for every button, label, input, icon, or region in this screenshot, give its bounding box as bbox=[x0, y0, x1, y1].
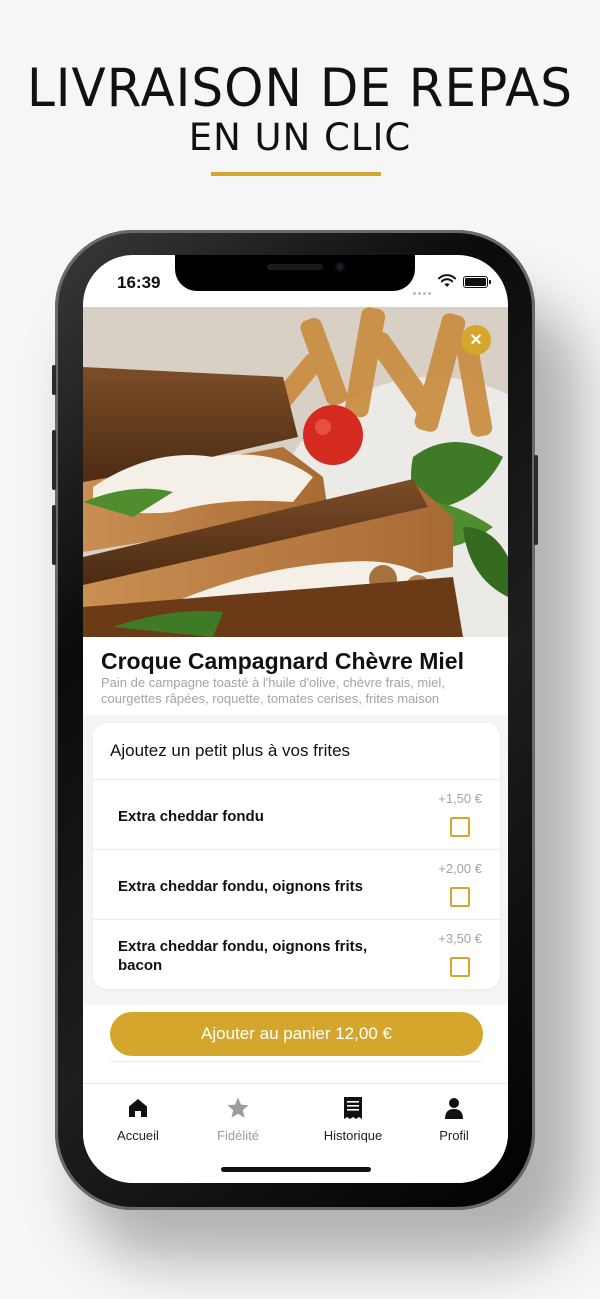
options-card: Ajoutez un petit plus à vos frites Extra… bbox=[93, 723, 500, 989]
options-heading: Ajoutez un petit plus à vos frites bbox=[110, 741, 351, 760]
person-icon bbox=[445, 1098, 463, 1119]
battery-icon bbox=[463, 276, 491, 288]
promo-title: LIVRAISON DE REPAS bbox=[26, 57, 574, 119]
product-photo bbox=[83, 307, 508, 637]
option-label: Extra cheddar fondu, oignons frits, baco… bbox=[118, 938, 368, 974]
home-icon bbox=[129, 1099, 147, 1117]
tab-profil[interactable]: Profil bbox=[404, 1096, 504, 1143]
tab-label: Historique bbox=[323, 1128, 383, 1143]
option-checkbox[interactable] bbox=[450, 957, 470, 977]
notch-speaker bbox=[267, 264, 323, 270]
option-label: Extra cheddar fondu, oignons frits bbox=[118, 878, 364, 895]
phone-side-button-power bbox=[534, 455, 538, 545]
close-button[interactable]: × bbox=[461, 325, 491, 355]
phone-screen: 16:39 × Croque Campagnard Chèvre Miel Pa… bbox=[83, 255, 508, 1183]
promo-underline bbox=[211, 172, 381, 176]
status-time: 16:39 bbox=[117, 273, 161, 292]
tab-label: Accueil bbox=[117, 1128, 159, 1143]
product-title: Croque Campagnard Chèvre Miel bbox=[101, 648, 464, 674]
tab-label: Profil bbox=[439, 1128, 469, 1143]
phone-side-button-silent bbox=[52, 365, 56, 395]
home-indicator bbox=[221, 1167, 371, 1172]
phone-side-button-volume-up bbox=[52, 430, 56, 490]
promo-subtitle: EN UN CLIC bbox=[188, 116, 412, 159]
camera-icon bbox=[335, 262, 345, 272]
wifi-icon bbox=[438, 274, 456, 287]
close-icon: × bbox=[470, 329, 482, 351]
tab-fidelite[interactable]: Fidélité bbox=[188, 1096, 288, 1143]
cart-divider bbox=[110, 1061, 483, 1062]
tab-label: Fidélité bbox=[217, 1128, 259, 1143]
star-icon bbox=[227, 1097, 249, 1118]
option-row[interactable]: Extra cheddar fondu, oignons frits +2,00… bbox=[93, 849, 500, 919]
option-price: +2,00 € bbox=[438, 861, 482, 876]
notch bbox=[175, 255, 415, 291]
phone-side-button-volume-down bbox=[52, 505, 56, 565]
option-row[interactable]: Extra cheddar fondu, oignons frits, baco… bbox=[93, 919, 500, 989]
option-row[interactable]: Extra cheddar fondu +1,50 € bbox=[93, 779, 500, 849]
option-price: +3,50 € bbox=[438, 931, 482, 946]
receipt-icon bbox=[344, 1097, 362, 1119]
option-label: Extra cheddar fondu bbox=[118, 808, 264, 825]
tab-historique[interactable]: Historique bbox=[303, 1096, 403, 1143]
option-checkbox[interactable] bbox=[450, 817, 470, 837]
add-to-cart-button[interactable]: Ajouter au panier 12,00 € bbox=[110, 1012, 483, 1056]
option-checkbox[interactable] bbox=[450, 887, 470, 907]
option-price: +1,50 € bbox=[438, 791, 482, 806]
signal-dots bbox=[413, 282, 435, 295]
tab-accueil[interactable]: Accueil bbox=[88, 1096, 188, 1143]
product-description: Pain de campagne toasté à l'huile d'oliv… bbox=[101, 675, 445, 706]
